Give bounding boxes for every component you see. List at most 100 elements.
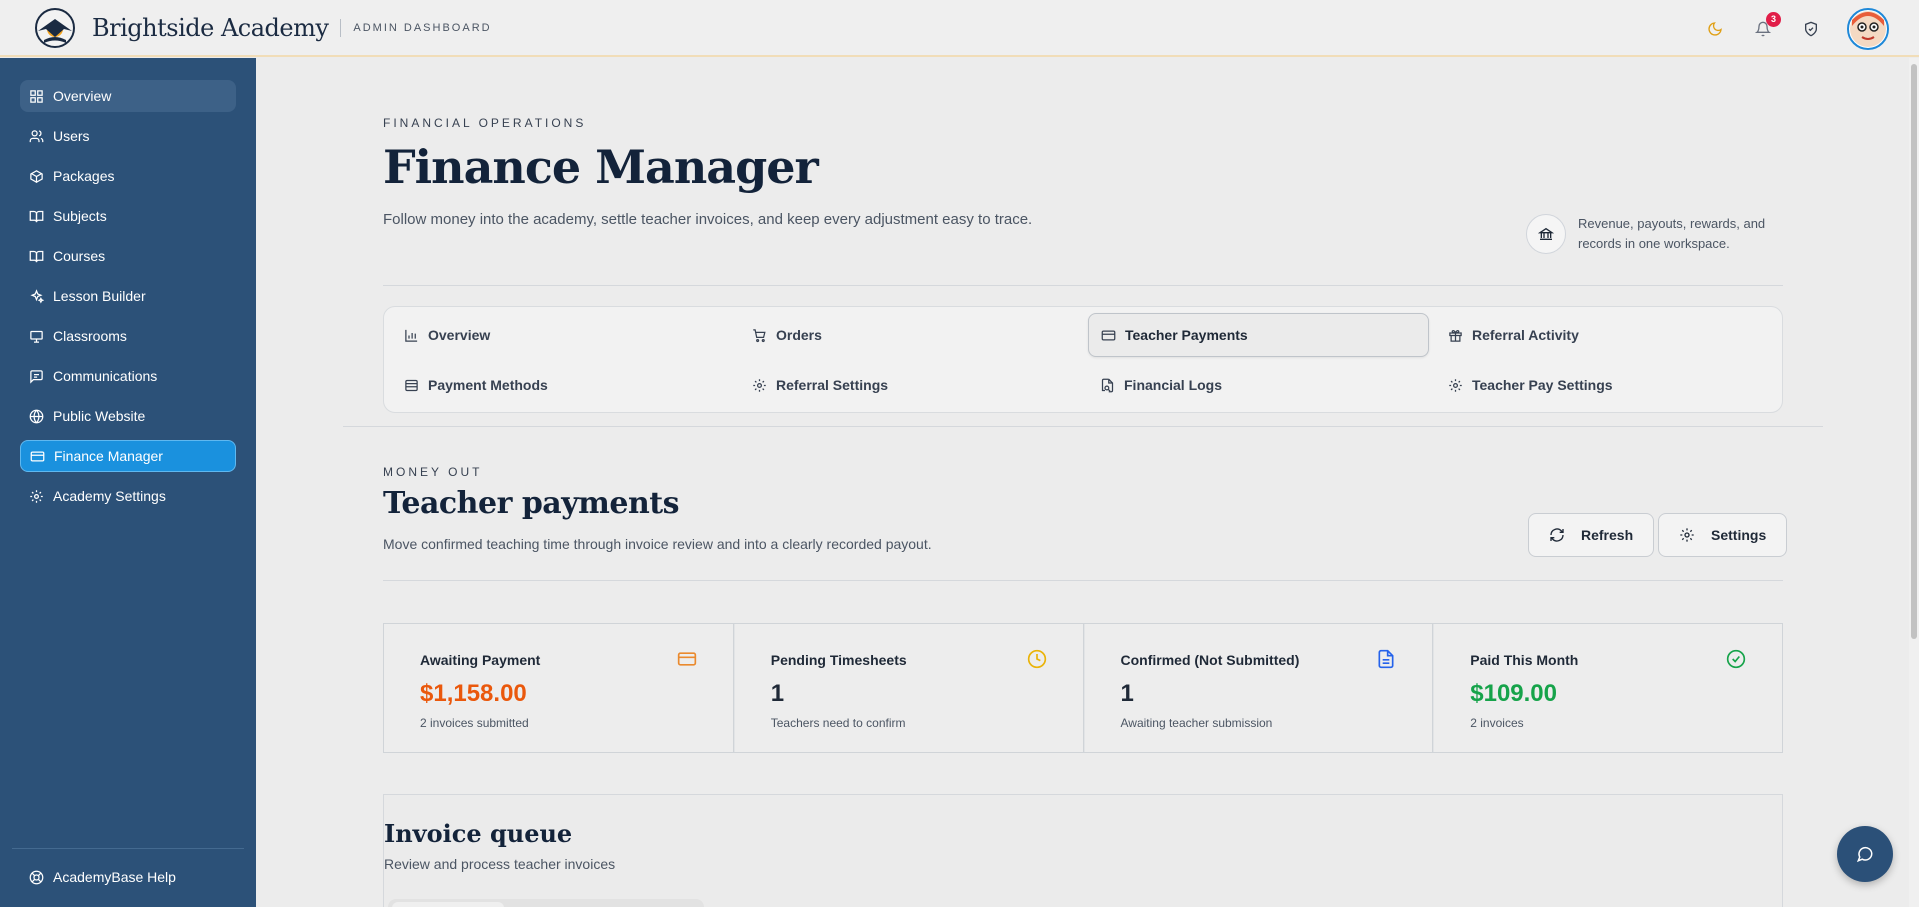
settings-label: Settings — [1711, 527, 1767, 543]
page-title: Finance Manager — [383, 140, 819, 194]
sidebar-item-communications[interactable]: Communications — [20, 360, 236, 392]
tab-financial-logs[interactable]: Financial Logs — [1088, 363, 1429, 407]
section-title: Teacher payments — [383, 486, 680, 521]
clock-icon — [1027, 649, 1046, 669]
sidebar-item-label: Packages — [53, 168, 115, 184]
gift-icon — [1449, 329, 1462, 342]
workspace-note-text: Revenue, payouts, rewards, and records i… — [1578, 216, 1766, 251]
stat-value: $1,158.00 — [420, 680, 527, 707]
stat-value: 1 — [1120, 680, 1134, 707]
message-icon — [30, 369, 43, 384]
tabs-divider — [343, 426, 1823, 427]
sidebar-item-users[interactable]: Users — [20, 120, 236, 152]
stat-pending-timesheets: Pending Timesheets 1 Teachers need to co… — [733, 624, 1084, 752]
users-icon — [29, 129, 44, 142]
sidebar-item-label: Academy Settings — [53, 488, 166, 504]
refresh-button[interactable]: Refresh — [1528, 513, 1655, 557]
sidebar-help-label: AcademyBase Help — [53, 869, 176, 885]
stat-subtext: 2 invoices submitted — [420, 716, 529, 730]
tab-teacher-pay-settings[interactable]: Teacher Pay Settings — [1436, 363, 1777, 407]
sidebar-item-subjects[interactable]: Subjects — [20, 200, 236, 232]
brand-name: Brightside Academy — [92, 13, 329, 42]
section-eyebrow: MONEY OUT — [383, 465, 483, 479]
sidebar-item-finance-manager[interactable]: Finance Manager — [20, 440, 236, 472]
tab-label: Referral Activity — [1472, 327, 1579, 343]
tab-teacher-payments[interactable]: Teacher Payments — [1088, 313, 1429, 357]
tab-label: Financial Logs — [1124, 377, 1223, 393]
sidebar-item-classrooms[interactable]: Classrooms — [20, 320, 236, 352]
section-divider — [383, 580, 1783, 581]
tab-label: Overview — [428, 327, 491, 343]
stat-subtext: Teachers need to confirm — [770, 716, 906, 730]
page-scrollbar[interactable] — [1909, 58, 1919, 907]
user-avatar[interactable] — [1847, 7, 1889, 50]
sidebar-nav: Overview Users Packages Subjects Courses… — [0, 58, 256, 512]
tab-label: Teacher Pay Settings — [1472, 377, 1613, 393]
tab-referral-settings[interactable]: Referral Settings — [740, 363, 1081, 407]
sidebar-item-academy-settings[interactable]: Academy Settings — [20, 480, 236, 512]
cart-icon — [753, 328, 766, 342]
grid-icon — [30, 89, 43, 103]
presentation-icon — [30, 330, 43, 343]
help-lifebuoy-icon — [29, 870, 44, 884]
chat-icon — [1856, 846, 1873, 863]
sidebar-item-label: Lesson Builder — [53, 288, 146, 304]
sidebar-item-label: Public Website — [53, 408, 146, 424]
bank-icon — [1538, 227, 1554, 240]
invoice-queue-tab-active[interactable] — [392, 902, 504, 907]
scrollbar-thumb[interactable] — [1911, 64, 1917, 639]
workspace-note: Revenue, payouts, rewards, and records i… — [1526, 214, 1783, 254]
notification-badge: 3 — [1766, 11, 1781, 27]
sidebar-item-label: Communications — [53, 368, 158, 384]
tab-label: Referral Settings — [776, 377, 889, 393]
credit-card-icon — [30, 451, 45, 461]
bank-icon-badge — [1526, 214, 1566, 254]
finance-tabs: Overview Orders Teacher Payments Referra… — [383, 306, 1783, 413]
tab-payment-methods[interactable]: Payment Methods — [392, 363, 733, 407]
chat-button[interactable] — [1837, 826, 1893, 882]
credit-card-icon — [677, 652, 696, 666]
book-open-icon — [29, 250, 44, 262]
sidebar-item-public-website[interactable]: Public Website — [20, 400, 236, 432]
tab-label: Orders — [776, 327, 822, 343]
credit-card-icon — [1101, 330, 1116, 340]
gear-icon — [1680, 528, 1694, 542]
settings-button[interactable]: Settings — [1658, 513, 1788, 557]
invoice-queue-tabs — [388, 899, 704, 907]
gear-icon — [753, 378, 766, 392]
security-button[interactable] — [1799, 17, 1823, 41]
brand-subtitle: ADMIN DASHBOARD — [353, 21, 492, 34]
invoice-queue-title: Invoice queue — [384, 819, 573, 848]
tab-orders[interactable]: Orders — [740, 313, 1081, 357]
sidebar-item-lesson-builder[interactable]: Lesson Builder — [20, 280, 236, 312]
sidebar-item-label: Courses — [53, 248, 106, 264]
refresh-icon — [1550, 528, 1564, 542]
gear-icon — [1449, 378, 1462, 392]
academy-logo — [35, 7, 75, 48]
sidebar-item-label: Finance Manager — [54, 448, 163, 464]
invoice-queue-subtitle: Review and process teacher invoices — [384, 856, 616, 872]
dark-mode-toggle[interactable] — [1703, 17, 1727, 41]
notifications-button[interactable]: 3 — [1751, 11, 1781, 41]
invoice-queue-panel: Invoice queue Review and process teacher… — [383, 794, 1783, 907]
stat-value: 1 — [770, 680, 785, 707]
sidebar-item-courses[interactable]: Courses — [20, 240, 236, 272]
document-icon — [1378, 649, 1394, 669]
brand-divider — [340, 18, 342, 37]
sidebar-item-label: Subjects — [53, 208, 107, 224]
tab-referral-activity[interactable]: Referral Activity — [1436, 313, 1777, 357]
stat-subtext: Awaiting teacher submission — [1120, 716, 1273, 730]
sidebar-item-label: Overview — [53, 88, 112, 104]
page-description: Follow money into the academy, settle te… — [383, 211, 1033, 228]
sidebar-item-label: Users — [53, 128, 90, 144]
tab-label: Payment Methods — [428, 377, 548, 393]
tab-overview[interactable]: Overview — [392, 313, 733, 357]
file-search-icon — [1101, 378, 1114, 392]
payment-stats: Awaiting Payment $1,158.00 2 invoices su… — [383, 623, 1783, 753]
book-icon — [29, 210, 44, 222]
brand[interactable]: Brightside Academy ADMIN DASHBOARD — [34, 7, 492, 49]
sidebar-item-packages[interactable]: Packages — [20, 160, 236, 192]
shield-icon — [1805, 21, 1817, 36]
sidebar-item-overview[interactable]: Overview — [20, 80, 236, 112]
sidebar-item-help[interactable]: AcademyBase Help — [20, 861, 236, 893]
